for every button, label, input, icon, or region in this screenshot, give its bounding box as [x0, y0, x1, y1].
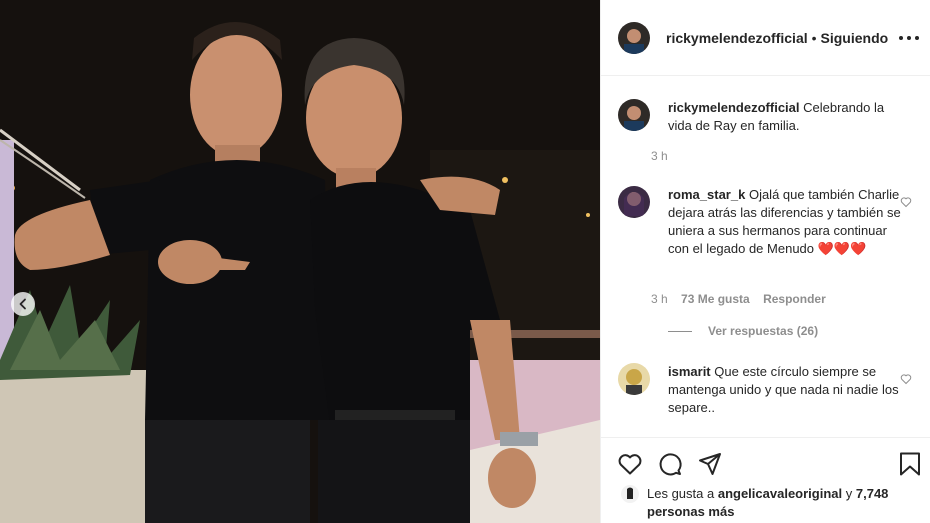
author-username[interactable]: rickymelendezofficial [666, 30, 808, 46]
comment-icon[interactable] [657, 451, 683, 477]
author-avatar[interactable] [618, 21, 650, 54]
post-photo [0, 0, 600, 523]
comment-like-icon[interactable] [900, 196, 912, 208]
caption-meta: 3 h [651, 149, 678, 163]
post-actions: Les gusta a angelicavaleoriginal y 7,748… [601, 437, 930, 523]
likes-summary: Les gusta a angelicavaleoriginal y 7,748… [621, 485, 921, 521]
caption-body: rickymelendezofficial Celebrando la vida… [668, 99, 904, 135]
likes-conj: y [845, 486, 853, 501]
caption-time[interactable]: 3 h [651, 149, 668, 163]
bookmark-icon[interactable] [897, 451, 923, 477]
send-icon[interactable] [697, 451, 723, 477]
view-replies-label: Ver respuestas (26) [708, 324, 819, 338]
liker-username[interactable]: angelicavaleoriginal [718, 486, 842, 501]
caption-username[interactable]: rickymelendezofficial [668, 100, 800, 115]
reply-button[interactable]: Responder [763, 292, 826, 306]
comment-like-count[interactable]: 73 Me gusta [681, 292, 750, 306]
likes-text: Les gusta a angelicavaleoriginal y 7,748… [647, 485, 921, 521]
previous-image-button[interactable] [11, 292, 35, 316]
comment-username[interactable]: roma_star_k [668, 187, 745, 202]
comments-section[interactable]: rickymelendezofficial Celebrando la vida… [601, 77, 930, 437]
commenter-avatar[interactable] [618, 186, 650, 218]
caption-avatar[interactable] [618, 99, 650, 131]
comment-time[interactable]: 3 h [651, 292, 668, 306]
post-header: rickymelendezofficial • Siguiendo [601, 0, 930, 76]
separator-dot: • [811, 29, 817, 46]
more-options-icon[interactable] [899, 30, 919, 46]
likes-prefix: Les gusta a [647, 486, 715, 501]
replies-divider [668, 330, 692, 332]
following-button[interactable]: Siguiendo [821, 30, 889, 46]
post-image [0, 0, 600, 523]
comment-like-icon[interactable] [900, 373, 912, 385]
comment-username[interactable]: ismarit [668, 364, 711, 379]
heart-icon[interactable] [617, 451, 643, 477]
comment-body: roma_star_k Ojalá que también Charlie de… [668, 186, 904, 258]
post-side-panel: rickymelendezofficial • Siguiendo rickym… [600, 0, 930, 523]
comment-body: ismarit Que este círculo siempre se mant… [668, 363, 904, 417]
chevron-left-icon [19, 298, 26, 310]
liker-avatar[interactable] [621, 485, 639, 503]
commenter-avatar[interactable] [618, 363, 650, 395]
comment-meta: 3 h 73 Me gusta Responder [651, 292, 836, 306]
view-replies-button[interactable]: Ver respuestas (26) [668, 324, 818, 338]
